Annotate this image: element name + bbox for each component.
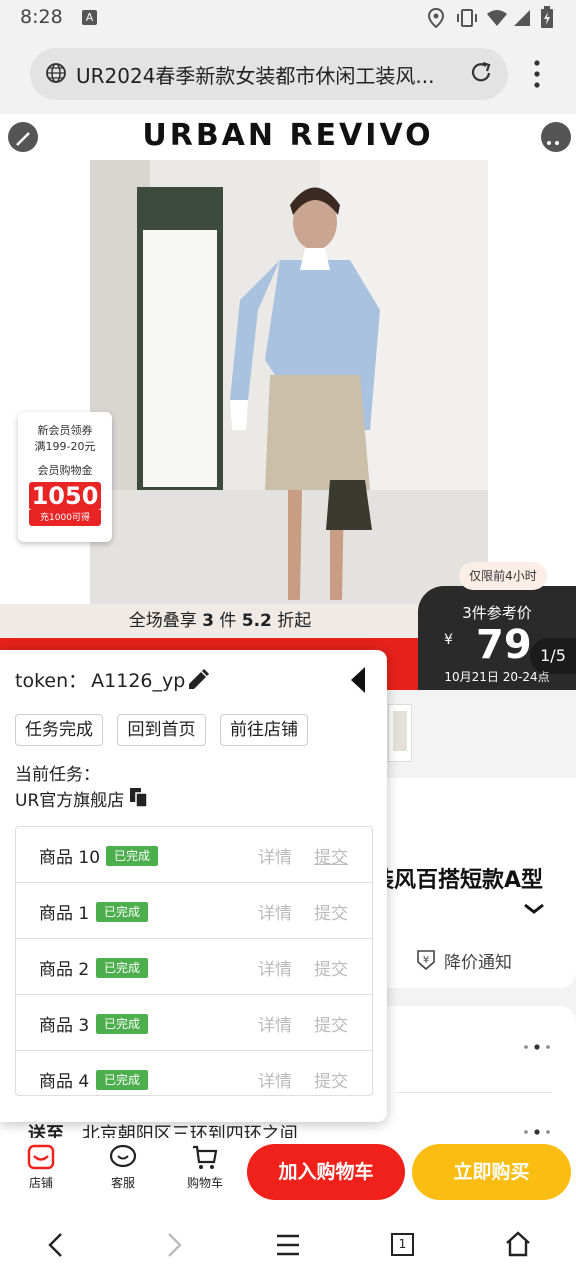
- buy-now-button[interactable]: 立即购买: [412, 1144, 571, 1200]
- image-counter: 1/5: [530, 638, 576, 674]
- product-title: 装风百搭短款A型: [372, 868, 544, 893]
- status-badge: 已完成: [106, 846, 159, 866]
- status-badge: 已完成: [96, 958, 149, 978]
- current-task-label: 当前任务：: [15, 765, 100, 785]
- tabs-count-icon[interactable]: 1: [391, 1233, 414, 1256]
- detail-link[interactable]: 详情: [258, 1011, 292, 1036]
- coupon-line2: 满199-20元: [34, 440, 96, 453]
- detail-link[interactable]: 详情: [258, 899, 292, 924]
- table-row: 商品 2 已完成 详情 提交: [16, 939, 372, 995]
- browser-toolbar: UR2024春季新款女装都市休闲工装风...: [0, 36, 576, 114]
- wifi-icon: [487, 10, 507, 26]
- status-badge: 已完成: [96, 1070, 149, 1090]
- back-home-button[interactable]: 回到首页: [117, 714, 206, 746]
- task-table: 商品 10 已完成 详情 提交 商品 1 已完成 详情 提交 商品 2 已完成 …: [15, 826, 373, 1096]
- more-dots-icon-2[interactable]: [522, 1128, 552, 1136]
- thumbnail[interactable]: [388, 704, 412, 762]
- coupon-line1: 新会员领券: [37, 424, 93, 437]
- chevron-down-icon[interactable]: [522, 902, 546, 916]
- price-alert-icon[interactable]: ¥: [414, 948, 438, 972]
- signal-icon: [514, 10, 530, 26]
- token-label: token：: [15, 670, 88, 692]
- cart-tab[interactable]: 购物车: [175, 1143, 235, 1191]
- price-label: 3件参考价: [462, 604, 532, 622]
- item-name: 商品 3: [39, 1016, 90, 1036]
- url-text[interactable]: UR2024春季新款女装都市休闲工装风...: [76, 60, 461, 89]
- go-to-store-button[interactable]: 前往店铺: [220, 714, 308, 746]
- cart-icon: [193, 1145, 218, 1169]
- notification-icon: A: [82, 10, 97, 25]
- task-complete-button[interactable]: 任务完成: [15, 714, 103, 746]
- submit-link[interactable]: 提交: [314, 843, 348, 868]
- service-tab-label: 客服: [110, 1176, 135, 1190]
- location-icon: [427, 8, 445, 28]
- current-task-value: UR官方旗舰店: [15, 791, 125, 811]
- member-coupon-badge[interactable]: 新会员领券 满199-20元 会员购物金 1050 充1000可得: [18, 412, 112, 542]
- reload-icon[interactable]: [468, 60, 494, 86]
- detail-link[interactable]: 详情: [258, 955, 292, 980]
- promo-banner: 全场叠享 3 件 5.2 折起: [0, 604, 440, 638]
- promo-mid: 件: [219, 611, 237, 631]
- menu-icon[interactable]: [275, 1233, 301, 1257]
- item-name: 商品 2: [39, 960, 90, 980]
- item-name: 商品 10: [39, 848, 101, 868]
- svg-text:¥: ¥: [423, 955, 429, 966]
- shop-icon: [27, 1144, 55, 1170]
- more-options-icon[interactable]: [525, 58, 549, 90]
- service-tab[interactable]: 客服: [93, 1143, 153, 1191]
- battery-icon: [541, 6, 553, 28]
- status-time: 8:28: [20, 6, 63, 28]
- back-icon[interactable]: [44, 1232, 68, 1258]
- divider: [396, 1092, 552, 1093]
- product-photo: [90, 160, 488, 610]
- item-name: 商品 1: [39, 904, 90, 924]
- more-circle-icon[interactable]: [540, 121, 572, 153]
- currency-symbol: ¥: [444, 632, 453, 648]
- submit-link[interactable]: 提交: [314, 1011, 348, 1036]
- add-to-cart-button[interactable]: 加入购物车: [247, 1144, 405, 1200]
- token-row: token： A1126_yp: [15, 666, 185, 693]
- cart-tab-label: 购物车: [186, 1176, 223, 1190]
- coupon-note: 充1000可得: [29, 510, 101, 526]
- item-name: 商品 4: [39, 1072, 90, 1092]
- globe-icon: [46, 63, 66, 83]
- back-circle-icon[interactable]: [7, 121, 39, 153]
- promo-prefix: 全场叠享: [128, 611, 197, 631]
- coupon-amount: 1050: [29, 482, 101, 510]
- table-row: 商品 4 已完成 详情 提交: [16, 1051, 372, 1095]
- detail-link[interactable]: 详情: [258, 1067, 292, 1092]
- submit-link[interactable]: 提交: [314, 1067, 348, 1092]
- status-badge: 已完成: [96, 1014, 149, 1034]
- collapse-panel-icon[interactable]: [349, 666, 367, 694]
- promo-suffix: 折起: [277, 611, 312, 631]
- forward-icon[interactable]: [162, 1232, 186, 1258]
- status-badge: 已完成: [96, 902, 149, 922]
- time-limit-tag: 仅限前4小时: [459, 562, 547, 590]
- table-row: 商品 10 已完成 详情 提交: [16, 827, 372, 883]
- submit-link[interactable]: 提交: [314, 955, 348, 980]
- coupon-line3: 会员购物金: [37, 464, 93, 477]
- shop-tab[interactable]: 店铺: [11, 1143, 71, 1191]
- status-bar: 8:28 A: [0, 0, 576, 36]
- submit-link[interactable]: 提交: [314, 899, 348, 924]
- promo-qty: 3: [202, 611, 214, 631]
- token-value: A1126_yp: [91, 670, 186, 692]
- brand-logo: URBAN REVIVO: [142, 118, 434, 153]
- promo-discount: 5.2: [241, 611, 272, 631]
- vibrate-icon: [457, 9, 477, 27]
- shop-tab-label: 店铺: [28, 1176, 53, 1190]
- home-icon[interactable]: [505, 1231, 531, 1257]
- copy-icon[interactable]: [129, 787, 149, 809]
- price-alert-label[interactable]: 降价通知: [444, 948, 512, 973]
- edit-pencil-icon[interactable]: [186, 668, 210, 692]
- table-row: 商品 3 已完成 详情 提交: [16, 995, 372, 1051]
- detail-link[interactable]: 详情: [258, 843, 292, 868]
- more-dots-icon[interactable]: [522, 1043, 552, 1051]
- price-value: 79: [476, 622, 532, 668]
- chat-icon: [109, 1144, 137, 1168]
- table-row: 商品 1 已完成 详情 提交: [16, 883, 372, 939]
